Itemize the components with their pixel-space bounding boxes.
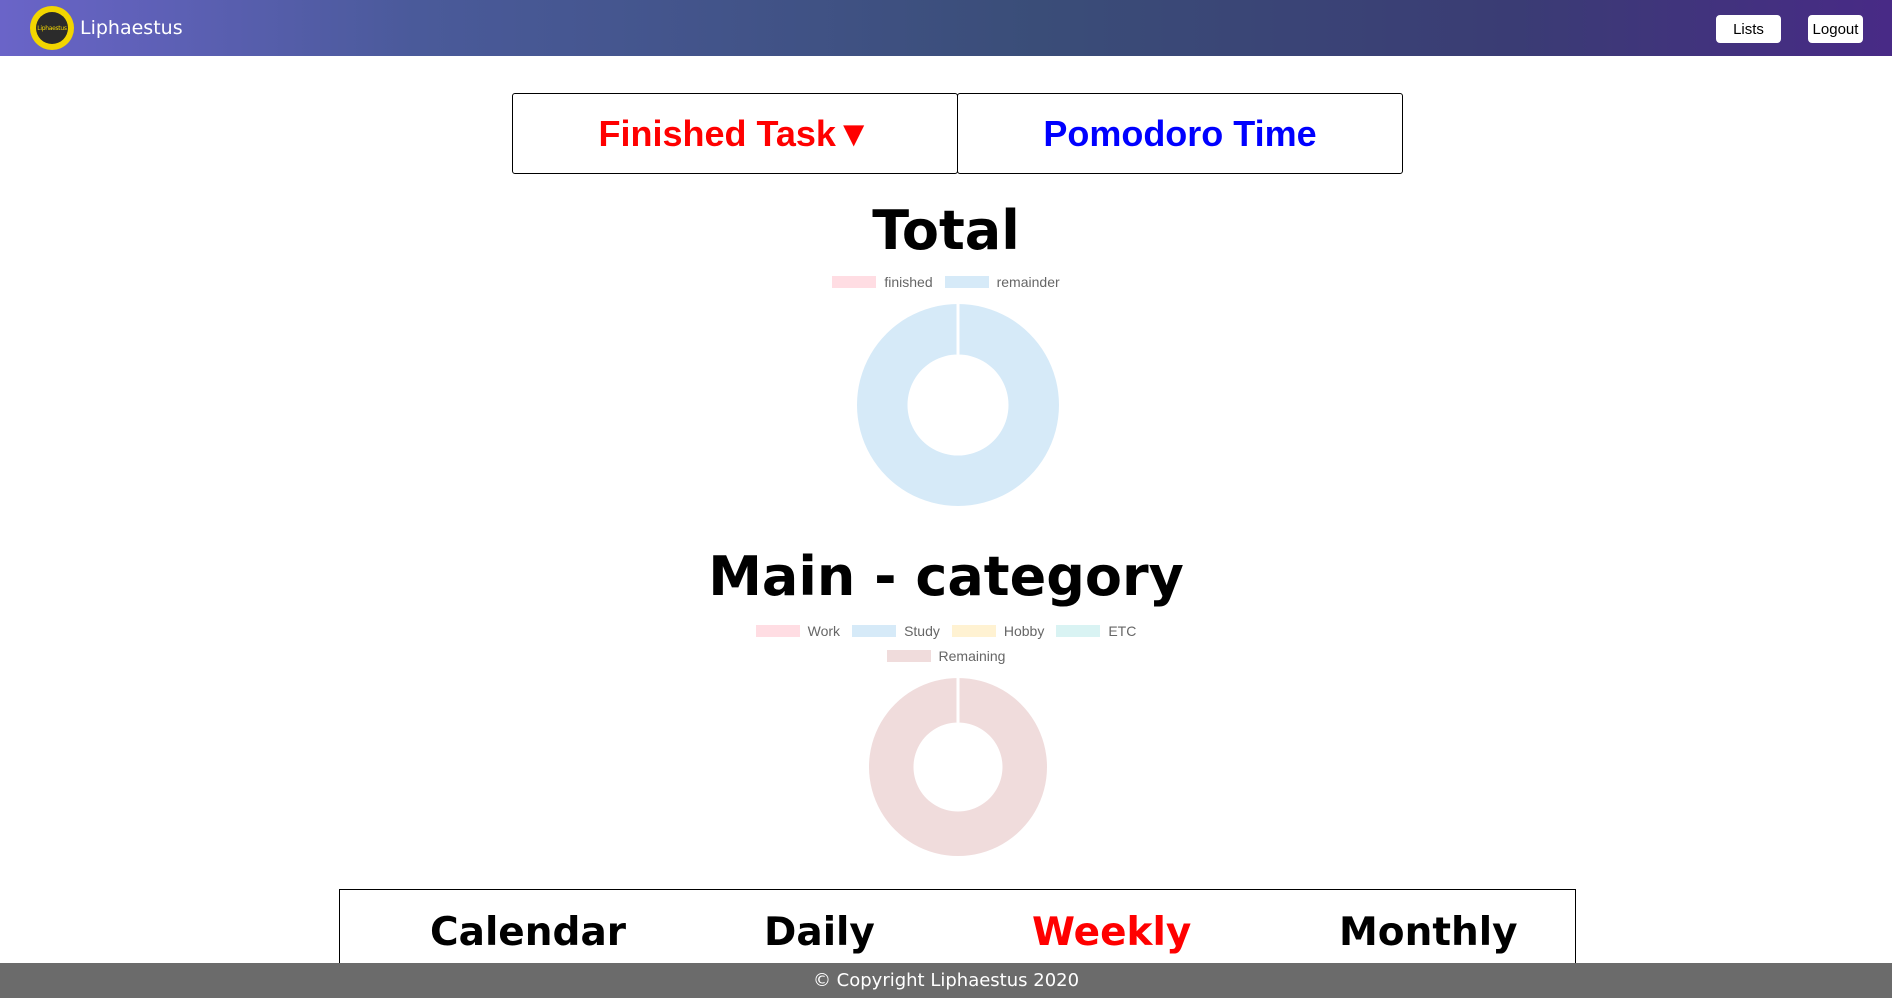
legend-label-finished: finished <box>884 274 933 290</box>
logo[interactable]: Liphaestus <box>30 6 74 50</box>
lists-button[interactable]: Lists <box>1716 15 1781 43</box>
main-category-donut-chart <box>868 678 1047 856</box>
legend-item-work[interactable]: Work <box>755 623 841 639</box>
period-monthly[interactable]: Monthly <box>1339 910 1518 955</box>
brand-name[interactable]: Liphaestus <box>80 17 183 39</box>
legend-swatch-work <box>755 625 800 637</box>
main-category-title: Main - category <box>708 545 1184 608</box>
legend-label-remaining: Remaining <box>938 648 1006 664</box>
legend-label-study: Study <box>904 623 940 639</box>
total-donut-chart <box>856 304 1059 506</box>
legend-item-remaining[interactable]: Remaining <box>886 648 1006 664</box>
legend-swatch-study <box>852 625 897 637</box>
period-daily[interactable]: Daily <box>764 910 875 955</box>
legend-label-etc: ETC <box>1108 623 1137 639</box>
legend-swatch-remainder <box>944 276 989 288</box>
period-nav: Calendar Daily Weekly Monthly <box>339 889 1576 969</box>
legend-item-finished[interactable]: finished <box>832 274 933 290</box>
legend-item-etc[interactable]: ETC <box>1056 623 1136 639</box>
total-legend: finished remainder <box>0 274 1892 290</box>
legend-item-remainder[interactable]: remainder <box>944 274 1060 290</box>
total-title: Total <box>872 199 1020 262</box>
pomodoro-time-toggle[interactable]: Pomodoro Time <box>957 93 1403 174</box>
legend-label-remainder: remainder <box>996 274 1060 290</box>
legend-swatch-etc <box>1056 625 1101 637</box>
logo-text: Liphaestus <box>36 12 68 44</box>
top-navbar: Liphaestus Liphaestus Lists Logout <box>0 0 1892 56</box>
legend-label-work: Work <box>807 623 841 639</box>
legend-swatch-finished <box>832 276 877 288</box>
main-category-legend-row-2: Remaining <box>0 648 1892 664</box>
period-weekly[interactable]: Weekly <box>1032 910 1191 955</box>
main-category-legend-row-1: Work Study Hobby ETC <box>0 623 1892 639</box>
legend-swatch-hobby <box>951 625 996 637</box>
legend-swatch-remaining <box>886 650 931 662</box>
finished-task-toggle[interactable]: Finished Task▼ <box>512 93 958 174</box>
logout-button[interactable]: Logout <box>1808 15 1863 43</box>
footer-copyright: © Copyright Liphaestus 2020 <box>0 963 1892 998</box>
period-calendar[interactable]: Calendar <box>430 910 626 955</box>
legend-item-study[interactable]: Study <box>852 623 940 639</box>
legend-item-hobby[interactable]: Hobby <box>951 623 1045 639</box>
legend-label-hobby: Hobby <box>1003 623 1045 639</box>
